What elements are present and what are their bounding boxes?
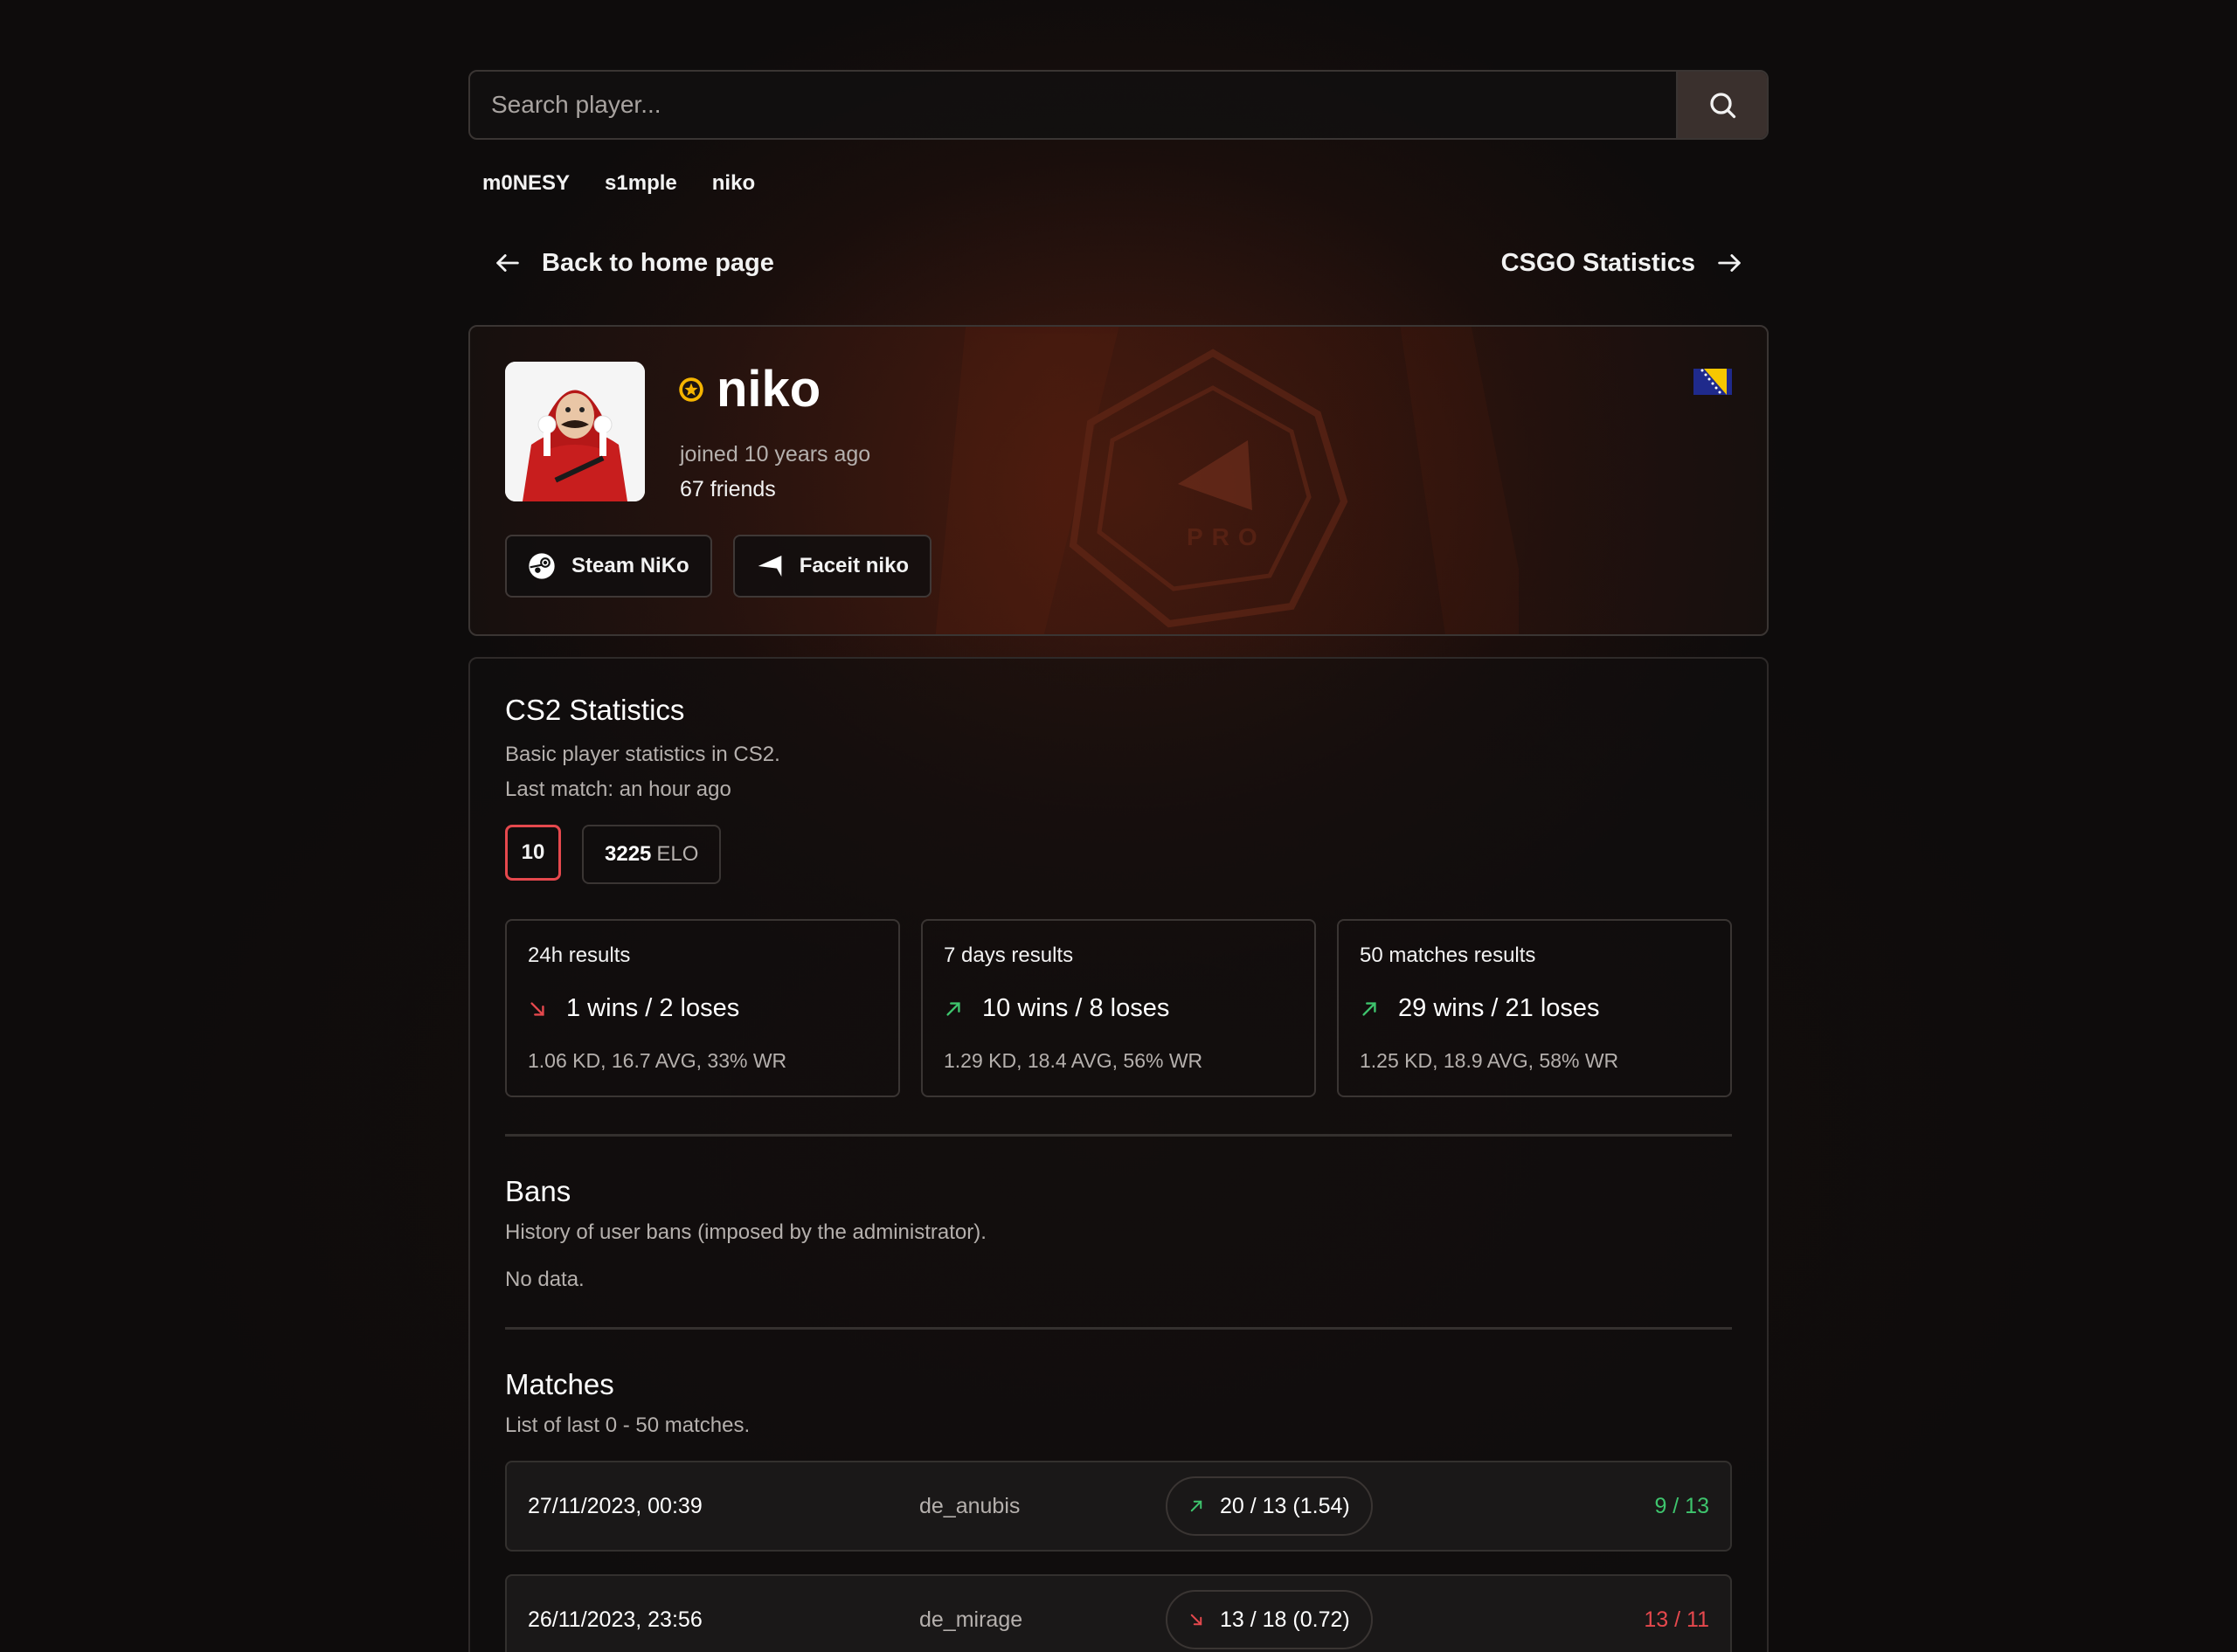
- trend-down-icon: [530, 1001, 544, 1016]
- match-kd-badge: 20 / 13 (1.54): [1166, 1476, 1373, 1536]
- steam-profile-button[interactable]: Steam NiKo: [505, 535, 712, 598]
- match-kd-text: 13 / 18 (0.72): [1220, 1607, 1350, 1632]
- navigation-row: Back to home page CSGO Statistics: [468, 241, 1769, 285]
- player-name-row: niko: [678, 360, 821, 418]
- cs2-description: Basic player statistics in CS2. Last mat…: [505, 737, 1732, 807]
- cs2-statistics-card: CS2 Statistics Basic player statistics i…: [468, 657, 1769, 1652]
- results-card-7days: 7 days results 10 wins / 8 loses 1.29 KD…: [921, 919, 1316, 1097]
- search-input[interactable]: [470, 72, 1676, 138]
- elo-value: 3225: [605, 842, 652, 866]
- match-map: de_anubis: [919, 1493, 1021, 1518]
- match-score: 13 / 11: [1644, 1607, 1709, 1632]
- results-card-title: 24h results: [528, 944, 631, 967]
- faceit-level-badge: 10: [505, 825, 561, 881]
- bans-section: Bans History of user bans (imposed by th…: [505, 1175, 1732, 1292]
- faceit-button-label: Faceit niko: [799, 554, 910, 577]
- faceit-profile-button[interactable]: Faceit niko: [732, 535, 932, 598]
- wins-loses-text: 29 wins / 21 loses: [1398, 994, 1600, 1022]
- page-container: m0NESY s1mple niko Back to home page CSG…: [468, 70, 1769, 1652]
- match-date: 26/11/2023, 23:56: [528, 1607, 703, 1632]
- search-icon: [1710, 93, 1736, 119]
- results-stats: 1.06 KD, 16.7 AVG, 33% WR: [528, 1049, 787, 1072]
- cs2-desc-text: Basic player statistics in CS2.: [505, 743, 780, 766]
- quick-player-link[interactable]: s1mple: [605, 171, 677, 196]
- elo-row: 10 3225 ELO: [505, 825, 1732, 884]
- quick-player-link[interactable]: m0NESY: [482, 171, 570, 196]
- section-divider: [505, 1327, 1732, 1330]
- results-card-24h: 24h results 1 wins / 2 loses 1.06 KD, 16…: [505, 919, 900, 1097]
- bans-empty-text: No data.: [505, 1268, 585, 1291]
- match-row[interactable]: 26/11/2023, 23:56 de_mirage 13 / 18 (0.7…: [505, 1574, 1732, 1652]
- match-kd-text: 20 / 13 (1.54): [1220, 1493, 1350, 1518]
- match-row[interactable]: 27/11/2023, 00:39 de_anubis 20 / 13 (1.5…: [505, 1461, 1732, 1552]
- arrow-right-icon: [1718, 254, 1741, 272]
- results-stats: 1.25 KD, 18.9 AVG, 58% WR: [1360, 1049, 1619, 1072]
- svg-text:PRO: PRO: [1187, 523, 1266, 550]
- back-to-home-link[interactable]: Back to home page: [493, 248, 774, 278]
- section-divider: [505, 1134, 1732, 1137]
- matches-section: Matches List of last 0 - 50 matches. 27/…: [505, 1368, 1732, 1652]
- faceit-icon: [758, 556, 782, 577]
- player-name: niko: [717, 361, 821, 418]
- quick-player-link[interactable]: niko: [712, 171, 755, 196]
- match-kd-badge: 13 / 18 (0.72): [1166, 1590, 1373, 1649]
- results-wins-loses: 10 wins / 8 loses: [944, 994, 1293, 1023]
- bans-description: History of user bans (imposed by the adm…: [505, 1220, 987, 1244]
- results-stats: 1.29 KD, 18.4 AVG, 56% WR: [944, 1049, 1203, 1072]
- results-card-title: 7 days results: [944, 944, 1074, 967]
- arrow-left-icon: [496, 254, 519, 272]
- last-match-text: Last match: an hour ago: [505, 778, 731, 801]
- match-score: 9 / 13: [1654, 1493, 1709, 1518]
- steam-icon: [529, 553, 555, 579]
- trend-up-icon: [1362, 1001, 1376, 1016]
- wins-loses-text: 10 wins / 8 loses: [982, 994, 1170, 1022]
- results-card-title: 50 matches results: [1360, 944, 1536, 967]
- matches-description: List of last 0 - 50 matches.: [505, 1414, 751, 1437]
- friends-count: 67 friends: [680, 477, 776, 501]
- pro-badge-background: PRO: [935, 327, 1519, 634]
- cs2-title: CS2 Statistics: [505, 694, 685, 726]
- bans-title: Bans: [505, 1175, 571, 1207]
- trend-up-icon: [1190, 1500, 1202, 1512]
- steam-button-label: Steam NiKo: [571, 554, 689, 577]
- profile-link-buttons: Steam NiKo Faceit niko: [505, 535, 932, 598]
- quick-player-links: m0NESY s1mple niko: [468, 171, 1769, 196]
- star-badge-icon: [679, 377, 703, 402]
- back-link-label: Back to home page: [542, 248, 774, 277]
- results-card-50matches: 50 matches results 29 wins / 21 loses 1.…: [1337, 919, 1732, 1097]
- results-row: 24h results 1 wins / 2 loses 1.06 KD, 16…: [505, 919, 1732, 1097]
- trend-up-icon: [946, 1001, 960, 1016]
- search-button[interactable]: [1676, 72, 1767, 138]
- csgo-link-label: CSGO Statistics: [1500, 248, 1695, 277]
- results-wins-loses: 29 wins / 21 loses: [1360, 994, 1709, 1023]
- matches-title: Matches: [505, 1368, 614, 1400]
- wins-loses-text: 1 wins / 2 loses: [566, 994, 740, 1022]
- match-map: de_mirage: [919, 1607, 1023, 1632]
- avatar: [505, 362, 645, 501]
- trend-down-icon: [1190, 1614, 1202, 1626]
- elo-badge: 3225 ELO: [582, 825, 722, 884]
- profile-card: PRO niko joined 10 years ago 67 friends …: [468, 325, 1769, 636]
- csgo-statistics-link[interactable]: CSGO Statistics: [1501, 248, 1744, 278]
- player-meta: joined 10 years ago 67 friends: [680, 437, 870, 507]
- elo-unit: ELO: [656, 842, 699, 866]
- search-bar: [468, 70, 1769, 140]
- joined-text: joined 10 years ago: [680, 442, 871, 467]
- results-wins-loses: 1 wins / 2 loses: [528, 994, 877, 1023]
- match-date: 27/11/2023, 00:39: [528, 1493, 703, 1518]
- bosnia-flag-icon: [1693, 369, 1732, 395]
